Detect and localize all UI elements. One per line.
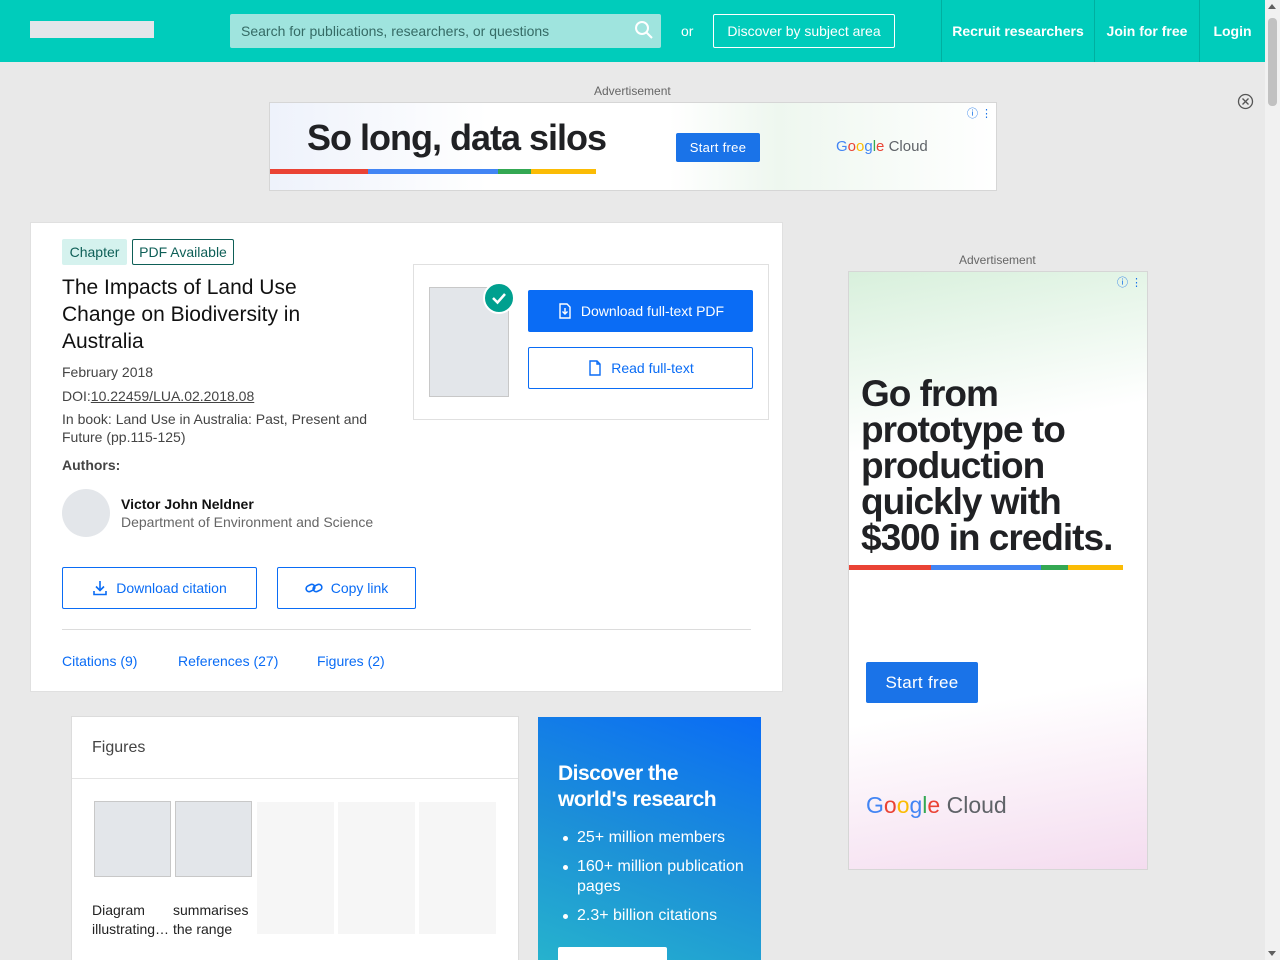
author-affiliation[interactable]: Department of Environment and Science: [121, 514, 373, 530]
figure-placeholder: [338, 802, 415, 934]
doi-line: DOI:10.22459/LUA.02.2018.08: [62, 388, 254, 404]
figures-title: Figures: [92, 739, 146, 756]
search-input[interactable]: [230, 14, 625, 48]
read-fulltext-label: Read full-text: [611, 360, 694, 376]
pdf-available-badge: PDF Available: [132, 239, 234, 265]
discover-by-subject-button[interactable]: Discover by subject area: [713, 14, 895, 48]
side-ad-label: Advertisement: [959, 253, 1036, 267]
promo-list-item: 160+ million publication pages: [563, 857, 748, 897]
author-name[interactable]: Victor John Neldner: [121, 496, 254, 512]
download-fulltext-pdf-button[interactable]: Download full-text PDF: [528, 290, 753, 332]
tab-citations[interactable]: Citations (9): [62, 653, 137, 669]
recruit-researchers-link[interactable]: Recruit researchers: [941, 0, 1094, 62]
download-citation-button[interactable]: Download citation: [62, 567, 257, 609]
side-adchoices-info-icon[interactable]: ⓘ ⋮: [1117, 274, 1142, 290]
side-ad-start-free-button[interactable]: Start free: [866, 662, 978, 703]
link-icon: [305, 583, 323, 593]
authors-label: Authors:: [62, 457, 121, 473]
read-fulltext-button[interactable]: Read full-text: [528, 347, 753, 389]
publication-title: The Impacts of Land Use Change on Biodiv…: [62, 276, 301, 353]
or-separator: or: [681, 23, 694, 39]
top-ad-start-free-button[interactable]: Start free: [676, 133, 760, 162]
chapter-badge: Chapter: [62, 239, 127, 265]
promo-title: Discover the world's research: [558, 762, 717, 811]
top-navigation-bar: or Discover by subject area Recruit rese…: [0, 0, 1265, 62]
join-for-free-link[interactable]: Join for free: [1094, 0, 1199, 62]
tabs-divider: [62, 629, 751, 630]
doi-link[interactable]: 10.22459/LUA.02.2018.08: [91, 388, 254, 404]
document-icon: [589, 360, 601, 376]
scroll-down-arrow-icon[interactable]: [1268, 951, 1276, 956]
figure-placeholder: [257, 802, 334, 934]
discover-research-promo: Discover the world's research 25+ millio…: [538, 717, 761, 960]
doi-prefix: DOI:: [62, 388, 91, 404]
download-citation-label: Download citation: [116, 580, 227, 596]
download-icon: [93, 581, 108, 596]
tab-figures[interactable]: Figures (2): [317, 653, 385, 669]
promo-join-button[interactable]: [558, 947, 667, 960]
scroll-thumb[interactable]: [1268, 18, 1277, 106]
top-ad-headline: So long, data silos: [307, 117, 607, 158]
login-link[interactable]: Login: [1199, 0, 1265, 62]
adchoices-info-icon[interactable]: ⓘ ⋮: [967, 105, 992, 121]
figure-caption[interactable]: Diagram illustrating…: [92, 901, 170, 939]
copy-link-label: Copy link: [330, 580, 389, 596]
figure-placeholder: [419, 802, 496, 934]
close-ad-icon[interactable]: [1237, 93, 1254, 110]
promo-list-item: 2.3+ billion citations: [563, 906, 748, 926]
figures-divider: [72, 778, 518, 779]
pdf-download-icon: [559, 303, 571, 319]
author-avatar[interactable]: [62, 489, 110, 537]
top-ad-color-strip: [270, 169, 596, 174]
side-banner-ad[interactable]: ⓘ ⋮ Go from prototype to production quic…: [848, 271, 1148, 870]
copy-link-button[interactable]: Copy link: [277, 567, 416, 609]
scroll-up-arrow-icon[interactable]: [1268, 4, 1276, 9]
promo-list: 25+ million members 160+ million publica…: [563, 828, 748, 935]
google-cloud-logo: Google Cloud: [836, 138, 928, 155]
book-info: In book: Land Use in Australia: Past, Pr…: [62, 411, 368, 445]
top-ad-label: Advertisement: [594, 84, 671, 98]
side-ad-headline: Go from prototype to production quickly …: [861, 373, 1113, 558]
search-icon[interactable]: [634, 20, 654, 40]
publication-date: February 2018: [62, 364, 154, 380]
page-scrollbar[interactable]: [1265, 0, 1280, 960]
side-google-cloud-logo: Google Cloud: [866, 792, 1007, 818]
search-box[interactable]: [230, 14, 661, 48]
top-banner-ad[interactable]: So long, data silos Start free Google Cl…: [269, 102, 997, 191]
tab-references[interactable]: References (27): [178, 653, 278, 669]
figure-thumbnail[interactable]: [94, 801, 171, 877]
promo-list-item: 25+ million members: [563, 828, 748, 848]
side-ad-color-strip: [849, 565, 1123, 570]
figure-thumbnail[interactable]: [175, 801, 252, 877]
checkmark-icon: [483, 282, 515, 314]
researchgate-logo[interactable]: [30, 21, 154, 38]
download-fulltext-pdf-label: Download full-text PDF: [580, 303, 725, 319]
figure-caption[interactable]: summarises the range o…: [173, 901, 251, 939]
